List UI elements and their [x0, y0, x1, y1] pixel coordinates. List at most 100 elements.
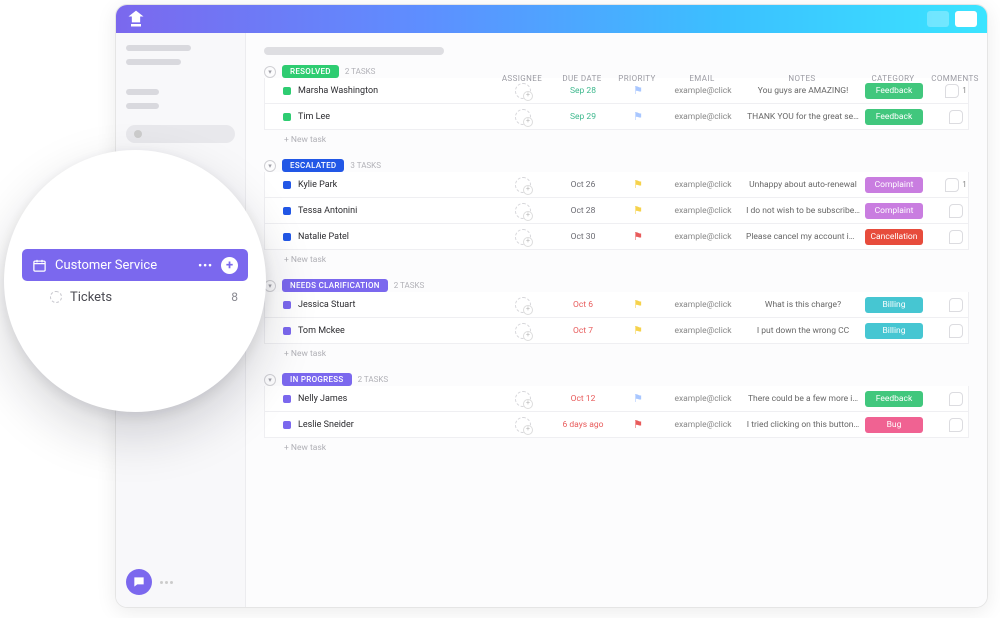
assignee-add-icon[interactable] [515, 229, 531, 245]
col-email[interactable]: EMAIL [662, 74, 742, 83]
category-tag[interactable]: Billing [865, 323, 923, 339]
task-name-cell[interactable]: Marsha Washington [283, 86, 493, 96]
priority-flag-icon[interactable]: ⚑ [613, 230, 663, 243]
due-date[interactable]: Sep 28 [553, 86, 613, 96]
category-tag[interactable]: Feedback [865, 391, 923, 407]
collapse-toggle[interactable]: ▾ [264, 160, 276, 172]
col-assignee[interactable]: ASSIGNEE [492, 74, 552, 83]
priority-flag-icon[interactable]: ⚑ [613, 298, 663, 311]
sidebar-zoom-overlay: Customer Service ••• + Tickets 8 [4, 150, 266, 412]
table-row[interactable]: Nelly JamesOct 12⚑example@clickThere cou… [264, 386, 969, 412]
more-button[interactable]: ••• [198, 259, 213, 272]
priority-flag-icon[interactable]: ⚑ [613, 110, 663, 123]
comment-count: 1 [962, 86, 967, 95]
group-header: ▾ESCALATED3 TASKS [264, 159, 969, 172]
status-square-icon [283, 421, 291, 429]
topbar-button-b[interactable] [955, 11, 977, 27]
sidebar-search[interactable] [126, 125, 235, 143]
task-name-cell[interactable]: Tom Mckee [283, 326, 493, 336]
collapse-toggle[interactable]: ▾ [264, 66, 276, 78]
due-date[interactable]: Oct 6 [553, 300, 613, 310]
task-name-cell[interactable]: Natalie Patel [283, 232, 493, 242]
comment-icon[interactable] [945, 178, 959, 192]
due-date[interactable]: Oct 7 [553, 326, 613, 336]
status-label[interactable]: NEEDS CLARIFICATION [282, 279, 388, 292]
status-label[interactable]: ESCALATED [282, 159, 344, 172]
due-date[interactable]: Oct 26 [553, 180, 613, 190]
category-tag[interactable]: Complaint [865, 203, 923, 219]
add-button[interactable]: + [221, 257, 238, 274]
table-row[interactable]: Kylie ParkOct 26⚑example@clickUnhappy ab… [264, 172, 969, 198]
category-tag[interactable]: Bug [865, 417, 923, 433]
due-date[interactable]: Oct 28 [553, 206, 613, 216]
table-row[interactable]: Tessa AntoniniOct 28⚑example@clickI do n… [264, 198, 969, 224]
priority-flag-icon[interactable]: ⚑ [613, 84, 663, 97]
table-row[interactable]: Tim LeeSep 29⚑example@clickTHANK YOU for… [264, 104, 969, 130]
sidebar-space-row[interactable]: Customer Service ••• + [22, 249, 248, 281]
task-name-cell[interactable]: Tim Lee [283, 112, 493, 122]
assignee-add-icon[interactable] [515, 323, 531, 339]
comment-icon[interactable] [949, 392, 963, 406]
sidebar-list-row[interactable]: Tickets 8 [22, 281, 248, 313]
col-satisfaction[interactable]: SATISFACTION LEVEL [986, 74, 987, 83]
task-name-cell[interactable]: Nelly James [283, 394, 493, 404]
assignee-add-icon[interactable] [515, 391, 531, 407]
due-date[interactable]: 6 days ago [553, 420, 613, 430]
comment-icon[interactable] [949, 324, 963, 338]
comment-icon[interactable] [949, 204, 963, 218]
col-priority[interactable]: PRIORITY [612, 74, 662, 83]
comment-icon[interactable] [949, 418, 963, 432]
due-date[interactable]: Oct 12 [553, 394, 613, 404]
category-tag[interactable]: Feedback [865, 109, 923, 125]
task-name: Jessica Stuart [298, 300, 355, 310]
new-task-button[interactable]: + New task [264, 130, 969, 147]
priority-flag-icon[interactable]: ⚑ [613, 392, 663, 405]
new-task-button[interactable]: + New task [264, 438, 969, 455]
col-notes[interactable]: NOTES [742, 74, 862, 83]
email-value: example@click [663, 326, 743, 336]
priority-flag-icon[interactable]: ⚑ [613, 204, 663, 217]
col-due-date[interactable]: DUE DATE [552, 74, 612, 83]
comment-icon[interactable] [949, 230, 963, 244]
notes-value: What is this charge? [743, 300, 863, 310]
due-date[interactable]: Sep 29 [553, 112, 613, 122]
task-name-cell[interactable]: Tessa Antonini [283, 206, 493, 216]
task-name: Tom Mckee [298, 326, 345, 336]
priority-flag-icon[interactable]: ⚑ [613, 418, 663, 431]
assignee-add-icon[interactable] [515, 203, 531, 219]
table-row[interactable]: Jessica StuartOct 6⚑example@clickWhat is… [264, 292, 969, 318]
task-name-cell[interactable]: Leslie Sneider [283, 420, 493, 430]
assignee-add-icon[interactable] [515, 83, 531, 99]
table-row[interactable]: Tom MckeeOct 7⚑example@clickI put down t… [264, 318, 969, 344]
new-task-button[interactable]: + New task [264, 250, 969, 267]
status-label[interactable]: IN PROGRESS [282, 373, 352, 386]
comment-icon[interactable] [949, 110, 963, 124]
priority-flag-icon[interactable]: ⚑ [613, 178, 663, 191]
status-label[interactable]: RESOLVED [282, 65, 339, 78]
assignee-add-icon[interactable] [515, 177, 531, 193]
table-row[interactable]: Natalie PatelOct 30⚑example@clickPlease … [264, 224, 969, 250]
task-name-cell[interactable]: Kylie Park [283, 180, 493, 190]
comment-icon[interactable] [945, 84, 959, 98]
notes-value: I do not wish to be subscribe… [743, 206, 863, 216]
comment-icon[interactable] [949, 298, 963, 312]
collapse-toggle[interactable]: ▾ [264, 374, 276, 386]
task-name-cell[interactable]: Jessica Stuart [283, 300, 493, 310]
category-tag[interactable]: Feedback [865, 83, 923, 99]
assignee-add-icon[interactable] [515, 297, 531, 313]
chat-button[interactable] [126, 569, 152, 595]
topbar-button-a[interactable] [927, 11, 949, 27]
new-task-button[interactable]: + New task [264, 344, 969, 361]
calendar-icon [32, 258, 47, 273]
category-tag[interactable]: Complaint [865, 177, 923, 193]
priority-flag-icon[interactable]: ⚑ [613, 324, 663, 337]
assignee-add-icon[interactable] [515, 417, 531, 433]
col-category[interactable]: CATEGORY [862, 74, 924, 83]
col-comments[interactable]: COMMENTS [924, 74, 986, 83]
category-tag[interactable]: Cancellation [865, 229, 923, 245]
category-tag[interactable]: Billing [865, 297, 923, 313]
due-date[interactable]: Oct 30 [553, 232, 613, 242]
table-row[interactable]: Leslie Sneider6 days ago⚑example@clickI … [264, 412, 969, 438]
assignee-add-icon[interactable] [515, 109, 531, 125]
space-title: Customer Service [55, 258, 157, 273]
